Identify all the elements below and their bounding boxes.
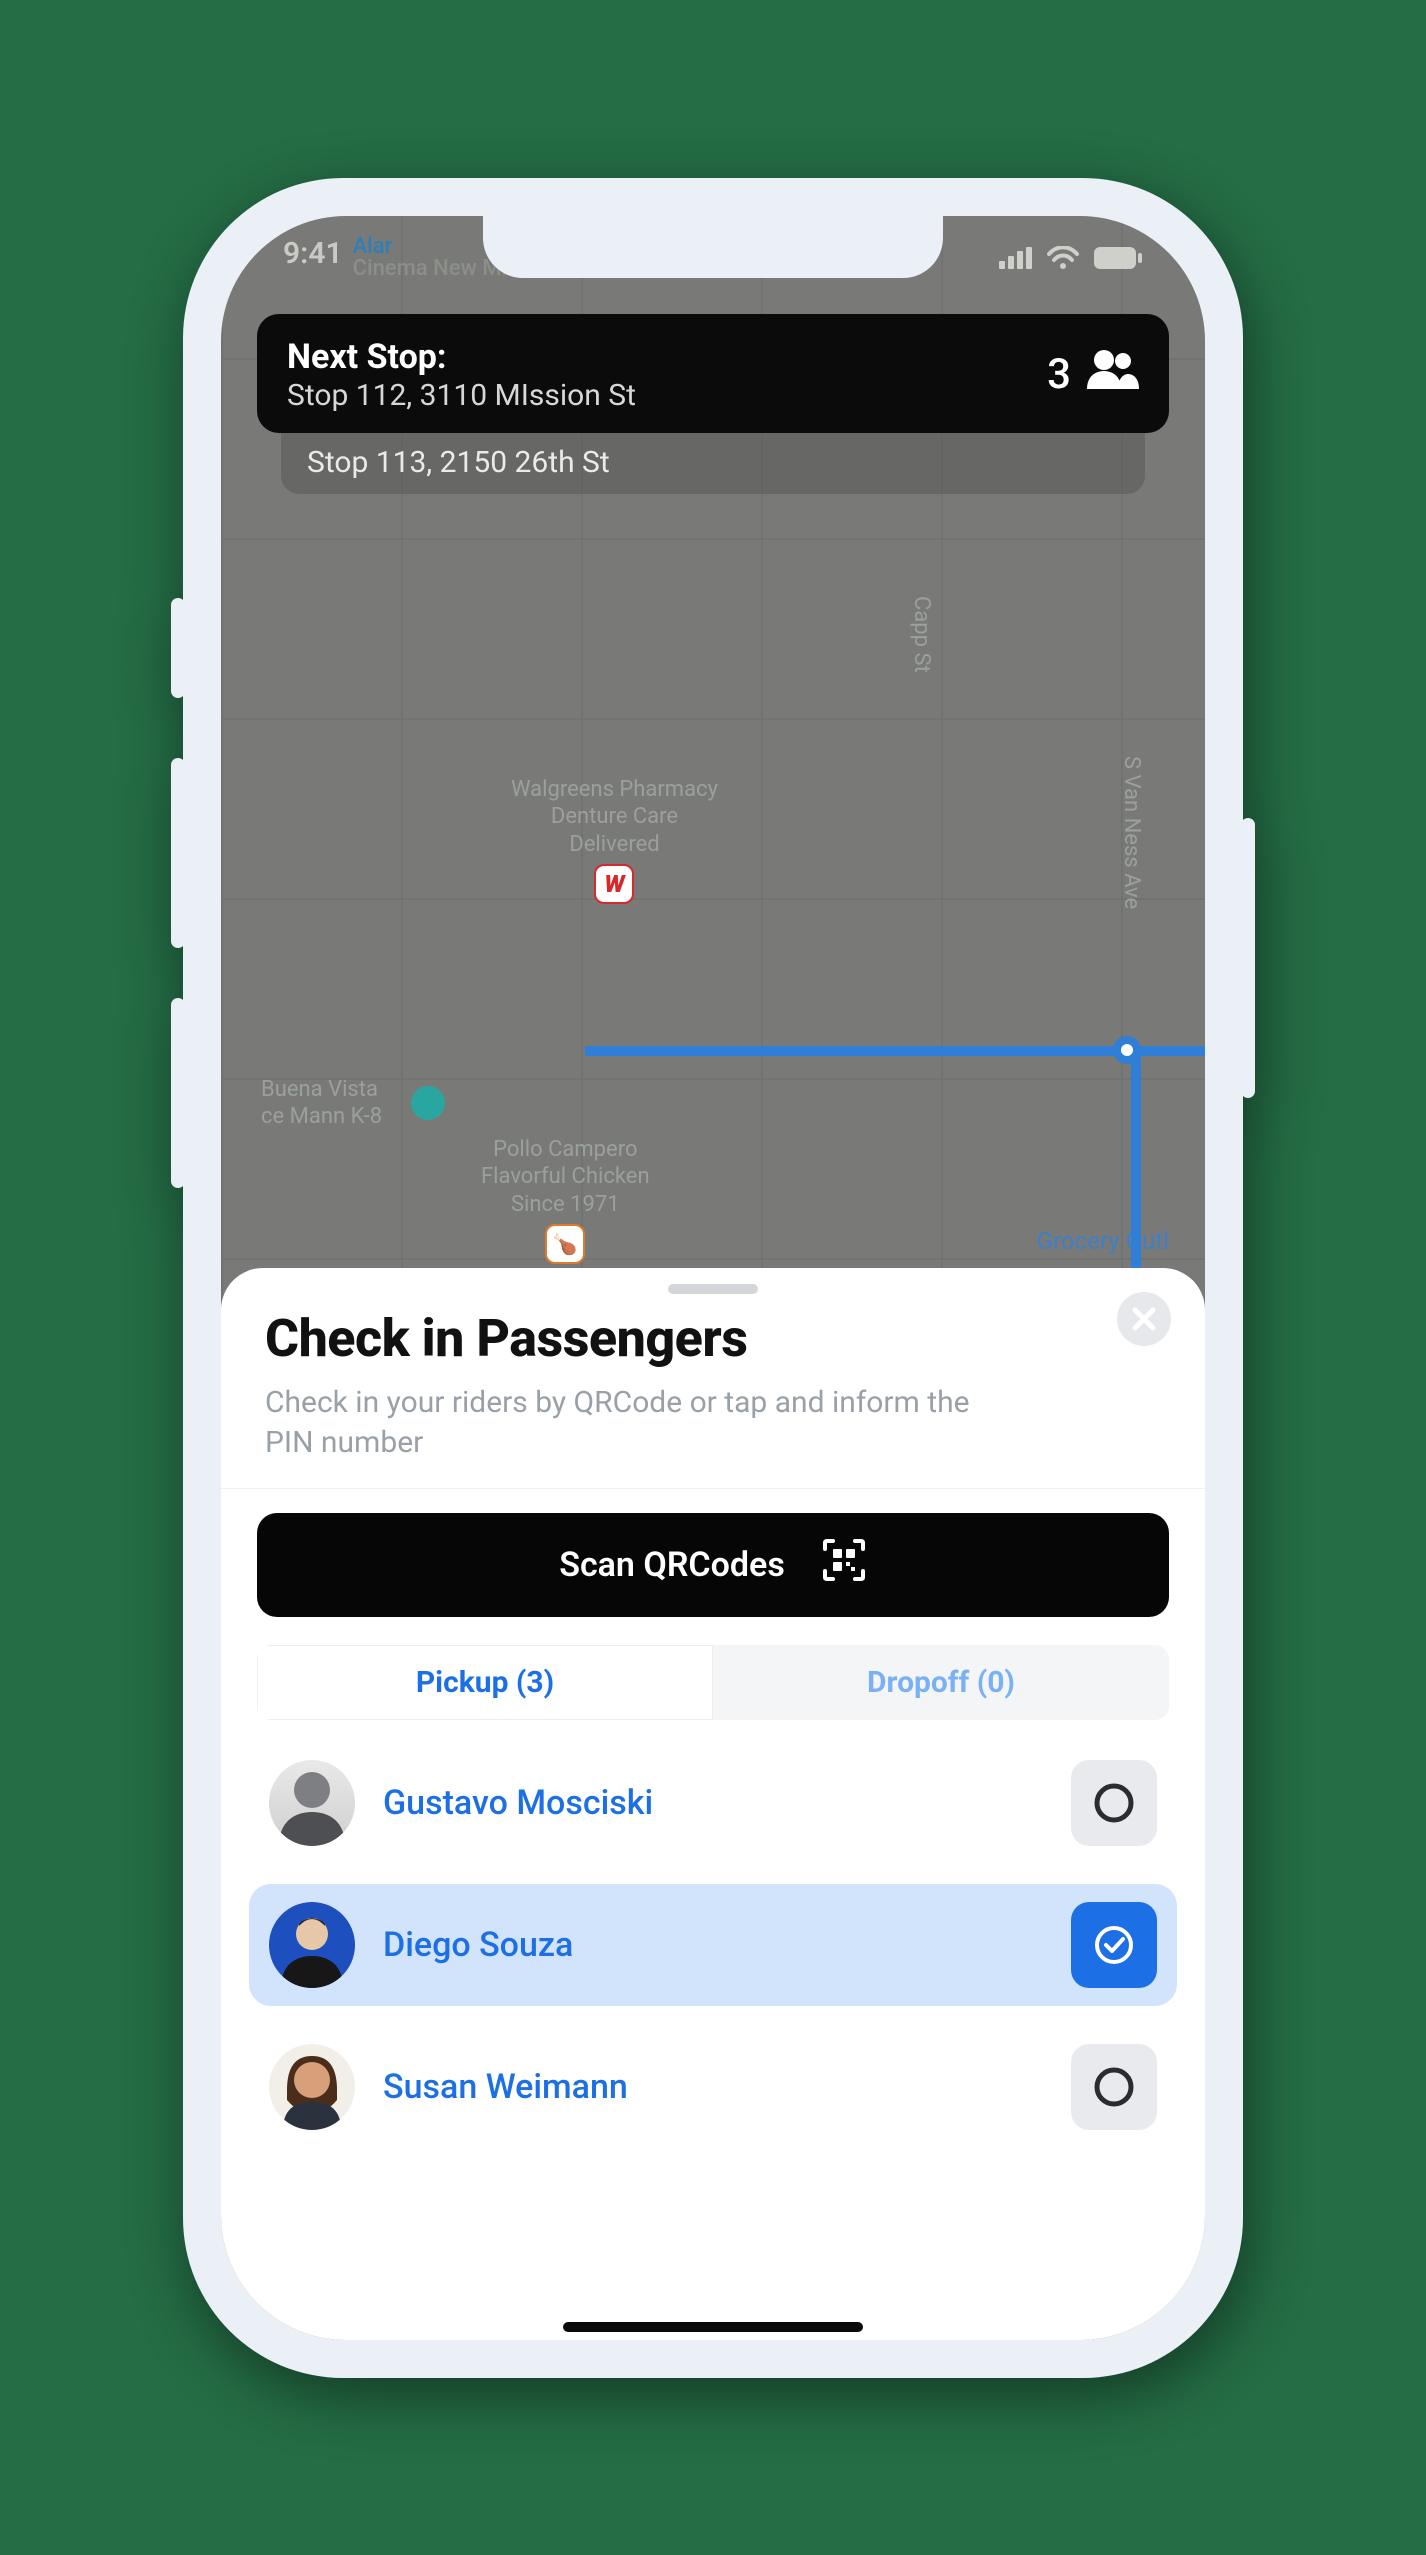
passenger-name: Susan Weimann: [383, 2067, 1043, 2107]
avatar: [269, 1760, 355, 1846]
checkin-toggle[interactable]: [1071, 1760, 1157, 1846]
avatar: [269, 2044, 355, 2130]
clock: 9:41: [283, 236, 343, 271]
map-pin-icon: [411, 1086, 445, 1120]
screen: 9:41 Alar Cinema New Mission: [221, 216, 1205, 2340]
route-line: [585, 1046, 1205, 1056]
passenger-count: 3: [1047, 350, 1071, 399]
tab-dropoff[interactable]: Dropoff (0): [713, 1645, 1169, 1720]
people-icon: [1085, 349, 1139, 400]
map-poi: Walgreens Pharmacy Denture Care Delivere…: [511, 776, 718, 905]
volume-up-button: [171, 758, 185, 948]
sheet-subtitle: Check in your riders by QRCode or tap an…: [265, 1383, 1025, 1464]
circle-outline-icon: [1092, 2065, 1136, 2109]
side-button: [171, 598, 185, 698]
sheet-title: Check in Passengers: [265, 1308, 1161, 1369]
checkin-toggle[interactable]: [1071, 1902, 1157, 1988]
qrcode-icon: [821, 1537, 867, 1592]
circle-outline-icon: [1092, 1781, 1136, 1825]
checkin-toggle[interactable]: [1071, 2044, 1157, 2130]
passenger-row[interactable]: Susan Weimann: [249, 2026, 1177, 2148]
power-button: [1241, 818, 1255, 1098]
passenger-list: Gustavo Mosciski Diego Souza: [249, 1742, 1177, 2148]
volume-down-button: [171, 998, 185, 1188]
tab-pickup[interactable]: Pickup (3): [257, 1645, 713, 1720]
scan-button-label: Scan QRCodes: [559, 1545, 785, 1585]
passenger-row[interactable]: Gustavo Mosciski: [249, 1742, 1177, 1864]
scan-qrcodes-button[interactable]: Scan QRCodes: [257, 1513, 1169, 1617]
cellular-signal-icon: [999, 247, 1033, 269]
close-button[interactable]: [1117, 1292, 1171, 1346]
notch: [483, 216, 943, 278]
sheet-grabber[interactable]: [668, 1284, 758, 1294]
next-stop-address: Stop 112, 3110 MIssion St: [287, 378, 636, 413]
passenger-row[interactable]: Diego Souza: [249, 1884, 1177, 2006]
passenger-name: Diego Souza: [383, 1925, 1043, 1965]
map-street-label: Capp St: [908, 596, 936, 673]
map-poi: Buena Vista ce Mann K-8: [261, 1076, 382, 1131]
map-poi: Pollo Campero Flavorful Chicken Since 19…: [481, 1136, 650, 1265]
map-pin-icon: 🍗: [545, 1224, 585, 1264]
next-stop-label: Next Stop:: [287, 336, 636, 379]
checkin-tabs: Pickup (3) Dropoff (0): [257, 1645, 1169, 1720]
map-street-label: S Van Ness Ave: [1118, 756, 1146, 909]
phone-frame: 9:41 Alar Cinema New Mission: [183, 178, 1243, 2378]
avatar: [269, 1902, 355, 1988]
close-icon: [1131, 1306, 1157, 1332]
map-poi: Grocery Outl: [1037, 1226, 1169, 1256]
home-indicator[interactable]: [563, 2322, 863, 2332]
passenger-name: Gustavo Mosciski: [383, 1783, 1043, 1823]
upcoming-stop[interactable]: Stop 113, 2150 26th St: [281, 431, 1145, 494]
next-stop-banner[interactable]: Next Stop: Stop 112, 3110 MIssion St 3: [257, 314, 1169, 434]
checkin-sheet: Check in Passengers Check in your riders…: [221, 1268, 1205, 2340]
wifi-icon: [1047, 246, 1079, 270]
route-waypoint-icon: [1113, 1036, 1141, 1064]
check-circle-icon: [1092, 1923, 1136, 1967]
battery-icon: [1093, 246, 1143, 270]
map-pin-icon: W: [594, 864, 634, 904]
